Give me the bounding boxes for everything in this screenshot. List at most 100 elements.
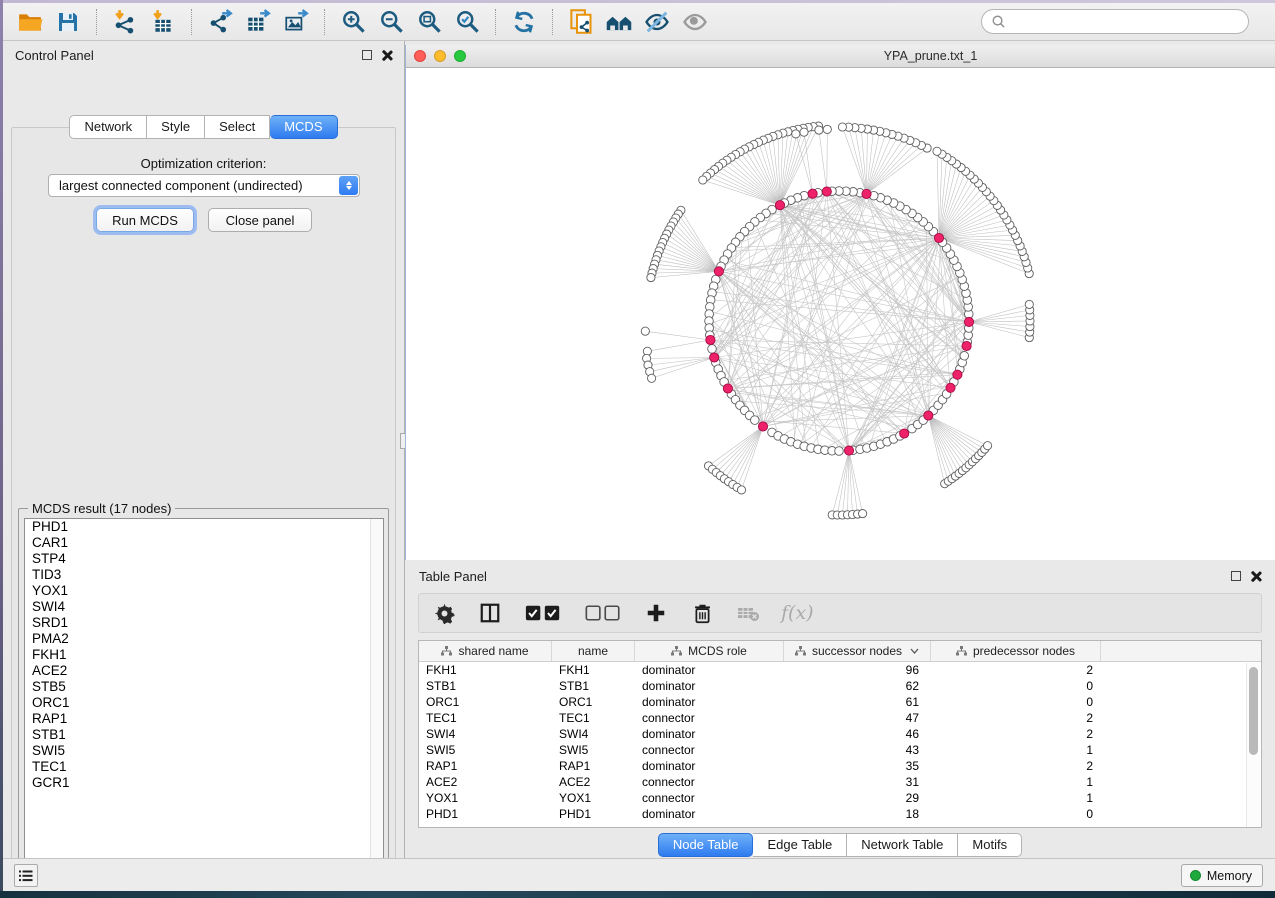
export-network-icon[interactable]	[203, 7, 237, 37]
column-header-MCDS-role[interactable]: MCDS role	[635, 641, 784, 661]
mcds-result-item[interactable]: ACE2	[25, 663, 383, 679]
mcds-result-item[interactable]: FKH1	[25, 647, 383, 663]
table-row[interactable]: ORC1ORC1dominator610	[419, 694, 1261, 710]
table-row[interactable]: STB1STB1dominator620	[419, 678, 1261, 694]
satellite-node[interactable]	[838, 123, 846, 131]
float-panel-icon[interactable]	[362, 50, 372, 60]
open-folder-icon[interactable]	[13, 7, 47, 37]
mcds-hub-node[interactable]	[775, 201, 784, 210]
mcds-result-item[interactable]: STP4	[25, 551, 383, 567]
satellite-node[interactable]	[648, 374, 656, 382]
network-window-titlebar[interactable]: YPA_prune.txt_1	[406, 45, 1275, 68]
table-row[interactable]: ACE2ACE2connector311	[419, 774, 1261, 790]
mcds-result-item[interactable]: YOX1	[25, 583, 383, 599]
network-node[interactable]	[708, 345, 717, 354]
zoom-fit-icon[interactable]	[412, 7, 446, 37]
close-panel-icon[interactable]	[1250, 571, 1261, 582]
table-row[interactable]: SWI4SWI4dominator462	[419, 726, 1261, 742]
column-header-shared-name[interactable]: shared name	[419, 641, 552, 661]
window-close-icon[interactable]	[414, 50, 426, 62]
save-icon[interactable]	[51, 7, 85, 37]
network-node[interactable]	[835, 447, 844, 456]
refresh-icon[interactable]	[507, 7, 541, 37]
mcds-result-item[interactable]: PMA2	[25, 631, 383, 647]
tab-select[interactable]: Select	[205, 115, 270, 139]
column-header-name[interactable]: name	[552, 641, 635, 661]
table-row[interactable]: SWI5SWI5connector431	[419, 742, 1261, 758]
table-row[interactable]: PHD1PHD1dominator180	[419, 806, 1261, 822]
mcds-hub-node[interactable]	[964, 317, 973, 326]
mcds-hub-node[interactable]	[900, 429, 909, 438]
tab-mcds[interactable]: MCDS	[270, 115, 337, 139]
satellite-node[interactable]	[823, 125, 831, 133]
mcds-hub-node[interactable]	[934, 233, 943, 242]
search-field[interactable]	[981, 9, 1249, 34]
mcds-hub-node[interactable]	[714, 267, 723, 276]
delete-column-icon[interactable]	[689, 600, 715, 626]
float-panel-icon[interactable]	[1231, 571, 1241, 581]
mcds-hub-node[interactable]	[844, 446, 853, 455]
export-table-icon[interactable]	[241, 7, 275, 37]
mcds-result-item[interactable]: ORC1	[25, 695, 383, 711]
table-tab-motifs[interactable]: Motifs	[958, 833, 1022, 857]
optimization-criterion-select[interactable]: largest connected component (undirected)	[48, 174, 360, 197]
satellite-node[interactable]	[815, 126, 823, 134]
satellite-node[interactable]	[699, 176, 707, 184]
mcds-result-item[interactable]: GCR1	[25, 775, 383, 791]
satellite-node[interactable]	[737, 486, 745, 494]
column-header-predecessor-nodes[interactable]: predecessor nodes	[931, 641, 1101, 661]
export-image-icon[interactable]	[279, 7, 313, 37]
table-row[interactable]: FKH1FKH1dominator962	[419, 662, 1261, 678]
table-tab-node-table[interactable]: Node Table	[658, 833, 754, 857]
mcds-hub-node[interactable]	[808, 189, 817, 198]
mcds-hub-node[interactable]	[962, 341, 971, 350]
satellite-node[interactable]	[641, 327, 649, 335]
mcds-result-item[interactable]: SWI5	[25, 743, 383, 759]
mcds-result-item[interactable]: SRD1	[25, 615, 383, 631]
tab-style[interactable]: Style	[147, 115, 205, 139]
zoom-selected-icon[interactable]	[450, 7, 484, 37]
satellite-node[interactable]	[984, 442, 992, 450]
mcds-hub-node[interactable]	[946, 383, 955, 392]
table-scrollbar[interactable]	[1246, 663, 1260, 827]
select-all-checkboxes-icon[interactable]	[523, 600, 563, 626]
zoom-out-icon[interactable]	[374, 7, 408, 37]
import-table-icon[interactable]	[146, 7, 180, 37]
mcds-result-item[interactable]: RAP1	[25, 711, 383, 727]
network-from-table-icon[interactable]	[564, 7, 598, 37]
deselect-all-checkboxes-icon[interactable]	[583, 600, 623, 626]
mcds-result-item[interactable]: TEC1	[25, 759, 383, 775]
window-minimize-icon[interactable]	[434, 50, 446, 62]
mcds-hub-node[interactable]	[862, 189, 871, 198]
satellite-node[interactable]	[792, 130, 800, 138]
window-maximize-icon[interactable]	[454, 50, 466, 62]
network-node[interactable]	[751, 416, 760, 425]
show-column-panel-icon[interactable]	[477, 600, 503, 626]
mcds-hub-node[interactable]	[710, 353, 719, 362]
satellite-node[interactable]	[1025, 300, 1033, 308]
show-all-icon[interactable]	[678, 7, 712, 37]
table-scrollbar-thumb[interactable]	[1249, 667, 1258, 755]
mcds-result-item[interactable]: CAR1	[25, 535, 383, 551]
table-row[interactable]: RAP1RAP1dominator352	[419, 758, 1261, 774]
result-list-scrollbar[interactable]	[370, 519, 383, 870]
table-row[interactable]: TEC1TEC1connector472	[419, 710, 1261, 726]
run-mcds-button[interactable]: Run MCDS	[96, 208, 194, 232]
mcds-result-item[interactable]: TID3	[25, 567, 383, 583]
log-console-button[interactable]	[14, 864, 38, 887]
mcds-hub-node[interactable]	[723, 384, 732, 393]
search-input[interactable]	[1011, 14, 1248, 29]
memory-button[interactable]: Memory	[1181, 864, 1263, 887]
mcds-hub-node[interactable]	[758, 422, 767, 431]
add-column-icon[interactable]	[643, 600, 669, 626]
first-neighbors-icon[interactable]	[602, 7, 636, 37]
table-tab-network-table[interactable]: Network Table	[847, 833, 958, 857]
import-network-icon[interactable]	[108, 7, 142, 37]
mcds-result-item[interactable]: SWI4	[25, 599, 383, 615]
network-canvas[interactable]	[406, 68, 1274, 559]
table-settings-gear-icon[interactable]	[431, 600, 457, 626]
satellite-node[interactable]	[647, 274, 655, 282]
mcds-result-item[interactable]: STB1	[25, 727, 383, 743]
mcds-result-list[interactable]: PHD1CAR1STP4TID3YOX1SWI4SRD1PMA2FKH1ACE2…	[24, 518, 384, 871]
hide-selected-icon[interactable]	[640, 7, 674, 37]
